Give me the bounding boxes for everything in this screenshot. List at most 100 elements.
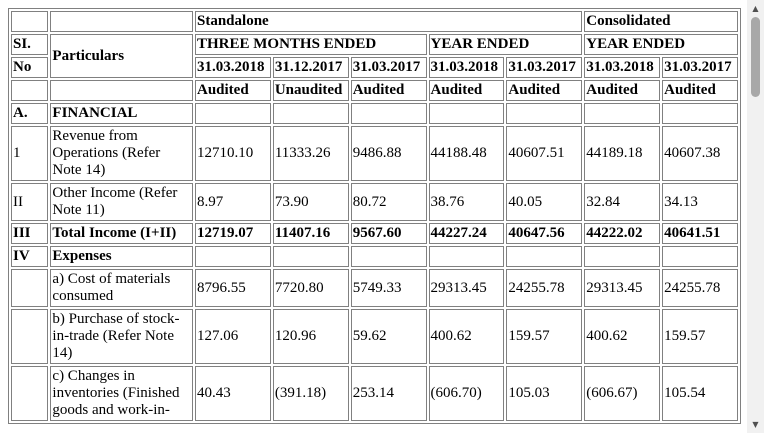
value-cell	[272, 103, 349, 124]
year-ended-standalone-header: YEAR ENDED	[428, 34, 583, 55]
value-cell: 40641.51	[662, 223, 738, 244]
scrollbar-thumb[interactable]	[751, 17, 760, 97]
table-row-financial: A. FINANCIAL	[11, 103, 738, 124]
date-cell: 31.03.2017	[350, 57, 427, 78]
value-cell: 400.62	[584, 309, 661, 364]
value-cell: 9567.60	[350, 223, 427, 244]
value-cell: 159.57	[662, 309, 738, 364]
value-cell: 120.96	[272, 309, 349, 364]
row-particular: Other Income (Refer Note 11)	[50, 183, 193, 221]
financial-results-table: Standalone Consolidated SI. Particulars …	[8, 8, 741, 424]
scroll-up-arrow-icon[interactable]: ▲	[747, 0, 764, 17]
value-cell: 40.05	[506, 183, 583, 221]
header-row-status: Audited Unaudited Audited Audited Audite…	[11, 80, 738, 101]
value-cell	[272, 246, 349, 267]
row-particular: c) Changes in inventories (Finished good…	[50, 366, 193, 421]
value-cell: 105.54	[662, 366, 738, 421]
value-cell: 8796.55	[195, 269, 271, 307]
row-particular: Expenses	[50, 246, 193, 267]
date-cell: 31.03.2018	[428, 57, 505, 78]
table-row-other-income: II Other Income (Refer Note 11) 8.97 73.…	[11, 183, 738, 221]
row-particular: a) Cost of materials consumed	[50, 269, 193, 307]
date-cell: 31.03.2017	[506, 57, 583, 78]
header-empty-cell	[11, 80, 49, 101]
value-cell: 24255.78	[662, 269, 738, 307]
value-cell: 44227.24	[428, 223, 505, 244]
value-cell: (391.18)	[272, 366, 349, 421]
value-cell: 73.90	[272, 183, 349, 221]
value-cell: 40607.38	[662, 126, 738, 181]
value-cell: 38.76	[428, 183, 505, 221]
header-row-1: Standalone Consolidated	[11, 11, 738, 32]
document-viewport: Standalone Consolidated SI. Particulars …	[0, 0, 747, 433]
value-cell	[584, 246, 661, 267]
scroll-down-arrow-icon[interactable]: ▼	[747, 416, 764, 433]
value-cell: 9486.88	[350, 126, 427, 181]
row-particular: b) Purchase of stock-in-trade (Refer Not…	[50, 309, 193, 364]
row-number: 1	[11, 126, 49, 181]
value-cell: 12719.07	[195, 223, 271, 244]
no-header: No	[11, 57, 49, 78]
value-cell: 159.57	[506, 309, 583, 364]
row-number: A.	[11, 103, 49, 124]
table-row-total-income: III Total Income (I+II) 12719.07 11407.1…	[11, 223, 738, 244]
row-number	[11, 269, 49, 307]
value-cell: 8.97	[195, 183, 271, 221]
consolidated-header: Consolidated	[584, 11, 738, 32]
table-row-inventories: c) Changes in inventories (Finished good…	[11, 366, 738, 421]
si-header: SI.	[11, 34, 49, 55]
value-cell: 7720.80	[272, 269, 349, 307]
value-cell: 5749.33	[350, 269, 427, 307]
value-cell	[662, 246, 738, 267]
value-cell	[662, 103, 738, 124]
audit-status-cell: Audited	[428, 80, 505, 101]
value-cell: 40647.56	[506, 223, 583, 244]
table-row-revenue: 1 Revenue from Operations (Refer Note 14…	[11, 126, 738, 181]
value-cell: 11407.16	[272, 223, 349, 244]
value-cell: 105.03	[506, 366, 583, 421]
value-cell	[506, 103, 583, 124]
value-cell: 80.72	[350, 183, 427, 221]
date-cell: 31.03.2018	[584, 57, 661, 78]
value-cell	[350, 103, 427, 124]
value-cell	[428, 246, 505, 267]
particulars-header: Particulars	[50, 34, 193, 78]
audit-status-cell: Unaudited	[272, 80, 349, 101]
value-cell: 44222.02	[584, 223, 661, 244]
header-empty-cell	[50, 11, 193, 32]
value-cell: (606.70)	[428, 366, 505, 421]
standalone-header: Standalone	[195, 11, 583, 32]
audit-status-cell: Audited	[506, 80, 583, 101]
header-empty-cell	[50, 80, 193, 101]
audit-status-cell: Audited	[584, 80, 661, 101]
value-cell: 400.62	[428, 309, 505, 364]
value-cell	[195, 103, 271, 124]
value-cell: 29313.45	[584, 269, 661, 307]
audit-status-cell: Audited	[195, 80, 271, 101]
value-cell: 11333.26	[272, 126, 349, 181]
audit-status-cell: Audited	[350, 80, 427, 101]
row-particular: FINANCIAL	[50, 103, 193, 124]
value-cell: 127.06	[195, 309, 271, 364]
header-row-2: SI. Particulars THREE MONTHS ENDED YEAR …	[11, 34, 738, 78]
value-cell: 34.13	[662, 183, 738, 221]
value-cell: (606.67)	[584, 366, 661, 421]
table-row-materials: a) Cost of materials consumed 8796.55 77…	[11, 269, 738, 307]
row-particular: Revenue from Operations (Refer Note 14)	[50, 126, 193, 181]
value-cell	[584, 103, 661, 124]
value-cell: 40.43	[195, 366, 271, 421]
vertical-scrollbar[interactable]: ▲ ▼	[747, 0, 764, 433]
date-cell: 31.03.2018	[195, 57, 271, 78]
row-number	[11, 309, 49, 364]
value-cell: 29313.45	[428, 269, 505, 307]
row-number: IV	[11, 246, 49, 267]
value-cell	[428, 103, 505, 124]
row-number: III	[11, 223, 49, 244]
date-cell: 31.03.2017	[662, 57, 738, 78]
value-cell: 12710.10	[195, 126, 271, 181]
value-cell: 59.62	[350, 309, 427, 364]
date-cell: 31.12.2017	[272, 57, 349, 78]
value-cell: 40607.51	[506, 126, 583, 181]
value-cell	[350, 246, 427, 267]
value-cell: 32.84	[584, 183, 661, 221]
